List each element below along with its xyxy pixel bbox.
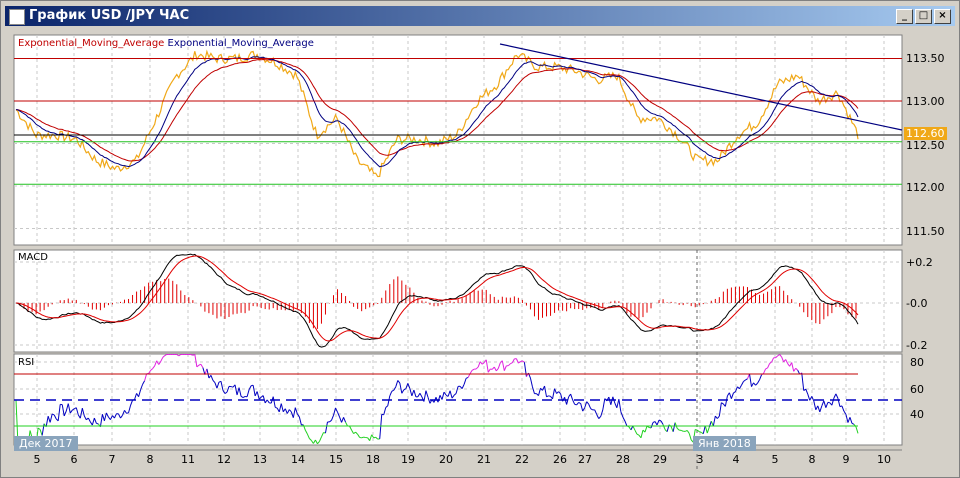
macd-tick: -0.0 [906, 297, 928, 310]
x-axis-label: 21 [477, 453, 491, 466]
x-axis-label: 8 [146, 453, 154, 466]
rsi-segment [190, 354, 194, 356]
chart-canvas[interactable] [0, 0, 960, 478]
x-axis-label: 20 [439, 453, 453, 466]
period-tag-dec: Дек 2017 [14, 436, 78, 451]
price-tick: 113.50 [906, 52, 945, 65]
x-axis-label: 29 [653, 453, 667, 466]
rsi-segment [96, 422, 99, 425]
current-price-tag: 112.60 [904, 127, 947, 140]
price-tick: 111.50 [906, 225, 945, 238]
rsi-segment [361, 436, 364, 439]
rsi-segment [520, 360, 523, 363]
x-axis-label: 26 [553, 453, 567, 466]
rsi-tick: 80 [910, 356, 924, 369]
period-tag-jan: Янв 2018 [693, 436, 756, 451]
x-axis-label: 18 [366, 453, 380, 466]
x-axis-label: 5 [771, 453, 779, 466]
x-axis-label: 27 [578, 453, 592, 466]
x-axis-label: 5 [33, 453, 41, 466]
rsi-tick: 40 [910, 408, 924, 421]
rsi-label: RSI [18, 357, 35, 368]
price-tick: 113.00 [906, 95, 945, 108]
x-axis-label: 10 [877, 453, 891, 466]
x-axis-label: 9 [842, 453, 850, 466]
x-axis-label: 28 [616, 453, 630, 466]
rsi-tick: 60 [910, 383, 924, 396]
x-axis-label: 8 [808, 453, 816, 466]
x-axis-label: 14 [291, 453, 305, 466]
x-axis-label: 6 [70, 453, 78, 466]
macd-tick: -0.2 [906, 339, 928, 352]
macd-tick: +0.2 [906, 256, 933, 269]
x-axis-label: 4 [732, 453, 740, 466]
rsi-segment [126, 412, 129, 414]
price-tick: 112.00 [906, 181, 945, 194]
x-axis-label: 7 [108, 453, 116, 466]
x-axis-label: 22 [515, 453, 529, 466]
rsi-segment [373, 436, 376, 439]
ema-red-label: Exponential_Moving_Average [18, 38, 165, 49]
rsi-segment [695, 428, 698, 431]
ema-blue-label: Exponential_Moving_Average [167, 38, 314, 49]
x-axis-label: 19 [401, 453, 415, 466]
x-axis-label: 3 [696, 453, 704, 466]
x-axis-label: 12 [217, 453, 231, 466]
chart-area[interactable]: Exponential_Moving_Average Exponential_M… [0, 0, 960, 478]
x-axis-label: 11 [181, 453, 195, 466]
x-axis-label: 15 [329, 453, 343, 466]
price-tick: 112.50 [906, 139, 945, 152]
macd-label: MACD [18, 252, 48, 263]
x-axis-label: 13 [253, 453, 267, 466]
rsi-segment [699, 431, 702, 433]
